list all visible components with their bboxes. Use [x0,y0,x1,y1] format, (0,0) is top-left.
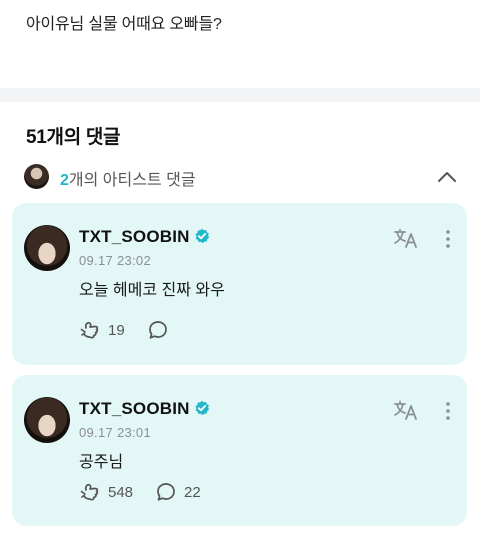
comment-count-heading: 51개의 댓글 [26,127,121,148]
like-count: 19 [108,321,125,339]
comments-section: 51개의 댓글 2개의 아티스트 댓글 TXT_SOOBIN 09.17 23:… [0,102,480,535]
like-icon[interactable] [79,481,101,503]
verified-badge-icon [195,228,209,244]
artist-comments-label: 2개의 아티스트 댓글 [60,166,196,190]
author-name: TXT_SOOBIN [79,227,190,246]
section-divider [0,88,480,102]
comment-text: 오늘 헤메코 진짜 와우 [79,282,225,299]
artist-comment-count: 2 [60,172,69,189]
artist-comments-toggle[interactable]: 2개의 아티스트 댓글 [24,164,464,190]
artist-comment-card: TXT_SOOBIN 09.17 23:02 오늘 헤메코 진짜 와우 19 [12,203,467,365]
like-count: 548 [108,483,134,501]
translate-icon[interactable] [393,227,419,249]
avatar[interactable] [24,225,70,271]
comment-icon[interactable] [147,319,169,341]
comment-timestamp: 09.17 23:01 [79,425,151,440]
comment-author[interactable]: TXT_SOOBIN [79,399,210,419]
chevron-up-icon[interactable] [436,166,458,188]
like-icon[interactable] [79,319,101,341]
comment-actions: 548 22 [79,481,223,503]
verified-badge-icon [195,400,209,416]
artist-avatar [24,164,49,189]
reply-count: 22 [184,483,201,501]
comment-text: 공주님 [79,454,124,471]
author-name: TXT_SOOBIN [79,399,190,418]
comment-actions: 19 [79,319,198,341]
post-content: 아이유님 실물 어때요 오빠들? [0,0,480,88]
translate-icon[interactable] [393,399,419,421]
avatar[interactable] [24,397,70,443]
comment-author[interactable]: TXT_SOOBIN [79,227,210,247]
post-text: 아이유님 실물 어때요 오빠들? [26,16,222,33]
artist-comment-card: TXT_SOOBIN 09.17 23:01 공주님 548 22 [12,375,467,526]
comment-icon[interactable] [155,481,177,503]
comment-timestamp: 09.17 23:02 [79,253,151,268]
artist-comments-suffix: 개의 아티스트 댓글 [68,172,196,189]
more-vertical-icon[interactable] [445,401,451,421]
more-vertical-icon[interactable] [445,229,451,249]
